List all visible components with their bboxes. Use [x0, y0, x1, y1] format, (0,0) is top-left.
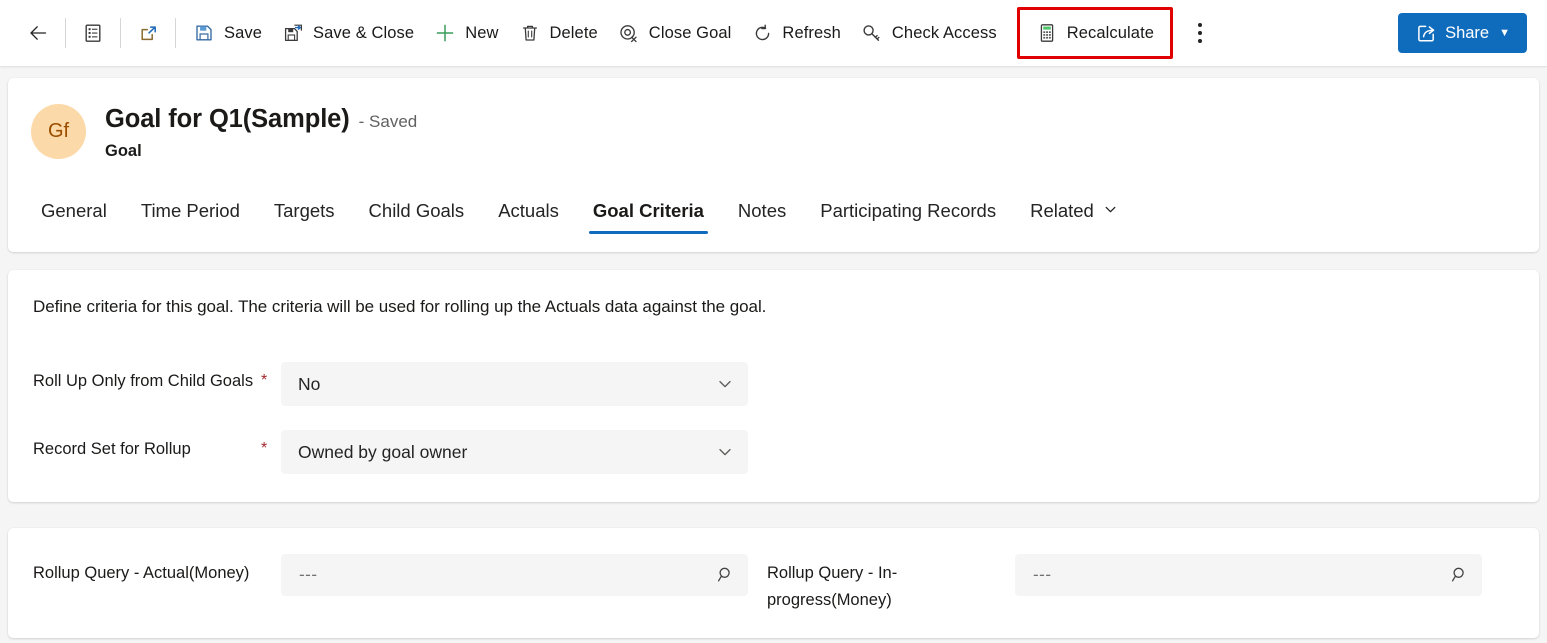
tab-label: Targets	[273, 200, 335, 221]
refresh-button[interactable]: Refresh	[741, 12, 850, 54]
recalculate-button[interactable]: Recalculate	[1020, 11, 1170, 55]
required-marker: *	[261, 440, 268, 457]
tab-label: Child Goals	[368, 200, 465, 221]
toolbar-separator	[175, 18, 176, 48]
calculator-icon	[1036, 22, 1058, 44]
entity-name: Goal	[105, 142, 142, 160]
tab-label: Goal Criteria	[592, 200, 704, 221]
field-label: Rollup Query - Actual(Money)	[33, 564, 250, 582]
record-titles: Goal for Q1(Sample) - Saved Goal	[105, 102, 417, 161]
criteria-description: Define criteria for this goal. The crite…	[33, 297, 767, 316]
trash-icon	[519, 22, 541, 44]
tab-actuals[interactable]: Actuals	[481, 186, 576, 236]
save-label: Save	[224, 23, 263, 42]
save-and-close-button[interactable]: Save & Close	[272, 12, 424, 54]
new-button[interactable]: New	[424, 12, 508, 54]
share-icon	[1415, 22, 1437, 44]
save-button[interactable]: Save	[183, 12, 272, 54]
goal-record-page: Save Save & Close New Delete Close Goal …	[0, 0, 1547, 643]
check-access-label: Check Access	[891, 23, 997, 42]
tab-notes[interactable]: Notes	[721, 186, 803, 236]
save-and-close-label: Save & Close	[313, 23, 415, 42]
field-record-set-for-rollup: Record Set for Rollup * Owned by goal ow…	[8, 430, 1539, 474]
dropdown-value: Owned by goal owner	[298, 441, 468, 462]
chevron-down-icon	[716, 443, 734, 461]
rollup-query-actual-lookup[interactable]: ---	[281, 554, 748, 596]
record-header-card: Gf Goal for Q1(Sample) - Saved Goal Gene…	[8, 78, 1539, 252]
roll-up-only-dropdown[interactable]: No	[281, 362, 748, 406]
rollup-query-in-progress-lookup[interactable]: ---	[1015, 554, 1482, 596]
tab-label: Notes	[737, 200, 787, 221]
open-in-new-window-icon	[137, 22, 159, 44]
record-header: Gf Goal for Q1(Sample) - Saved Goal	[8, 78, 1539, 161]
back-arrow-icon	[27, 22, 49, 44]
field-rollup-query-in-progress: Rollup Query - In-progress(Money) ---	[748, 554, 1482, 638]
close-goal-icon	[618, 22, 640, 44]
field-roll-up-only-from-child-goals: Roll Up Only from Child Goals * No	[8, 362, 1539, 406]
save-status: - Saved	[358, 112, 418, 131]
more-vertical-icon	[1198, 23, 1203, 27]
refresh-label: Refresh	[782, 23, 841, 42]
lookup-value: ---	[1033, 565, 1052, 584]
chevron-down-icon	[1103, 202, 1118, 220]
chevron-down-icon: ▼	[1499, 27, 1510, 39]
recalculate-highlight-box: Recalculate	[1016, 7, 1174, 59]
tab-general[interactable]: General	[31, 186, 124, 236]
tab-related[interactable]: Related	[1013, 186, 1135, 236]
tab-label: Related	[1030, 200, 1094, 221]
save-and-close-icon	[282, 22, 304, 44]
form-tabs: General Time Period Targets Child Goals …	[8, 181, 1539, 236]
toolbar-separator	[120, 18, 121, 48]
tab-participating-records[interactable]: Participating Records	[803, 186, 1013, 236]
tab-targets[interactable]: Targets	[257, 186, 352, 236]
rollup-query-section: Rollup Query - Actual(Money) --- Rollup …	[8, 528, 1539, 638]
open-in-new-window-button[interactable]	[128, 12, 168, 54]
new-label: New	[465, 23, 499, 42]
chevron-down-icon	[716, 375, 734, 393]
search-icon[interactable]	[716, 565, 736, 585]
share-label: Share	[1445, 23, 1490, 42]
lookup-value: ---	[299, 565, 318, 584]
search-icon[interactable]	[1450, 565, 1470, 585]
more-commands-button[interactable]	[1183, 13, 1217, 53]
record-title-line: Goal for Q1(Sample) - Saved	[105, 105, 417, 134]
more-vertical-icon	[1198, 39, 1203, 43]
record-set-for-rollup-dropdown[interactable]: Owned by goal owner	[281, 430, 748, 474]
save-icon	[193, 22, 215, 44]
tab-goal-criteria[interactable]: Goal Criteria	[576, 186, 721, 236]
required-marker: *	[261, 372, 268, 389]
page-title: Goal for Q1(Sample)	[105, 105, 350, 133]
tab-label: General	[41, 200, 107, 221]
form-selector-button[interactable]	[73, 12, 113, 54]
close-goal-button[interactable]: Close Goal	[608, 12, 742, 54]
tab-label: Time Period	[140, 200, 240, 221]
field-label: Rollup Query - In-progress(Money)	[767, 564, 898, 609]
goal-criteria-section: Define criteria for this goal. The crite…	[8, 270, 1539, 502]
tab-time-period[interactable]: Time Period	[124, 186, 257, 236]
toolbar-separator	[65, 18, 66, 48]
avatar: Gf	[31, 104, 86, 159]
check-access-button[interactable]: Check Access	[851, 12, 1007, 54]
delete-button[interactable]: Delete	[509, 12, 608, 54]
tab-child-goals[interactable]: Child Goals	[352, 186, 482, 236]
more-vertical-icon	[1198, 31, 1203, 35]
recalculate-label: Recalculate	[1066, 23, 1155, 42]
delete-label: Delete	[549, 23, 598, 42]
plus-icon	[434, 22, 456, 44]
close-goal-label: Close Goal	[648, 23, 732, 42]
tab-label: Actuals	[498, 200, 559, 221]
command-bar: Save Save & Close New Delete Close Goal …	[0, 0, 1547, 66]
field-label: Record Set for Rollup	[33, 440, 191, 458]
tab-label: Participating Records	[820, 200, 997, 221]
refresh-icon	[751, 22, 773, 44]
dropdown-value: No	[298, 373, 321, 394]
key-icon	[861, 22, 883, 44]
field-rollup-query-actual: Rollup Query - Actual(Money) ---	[8, 554, 748, 638]
form-list-icon	[82, 22, 104, 44]
avatar-initials: Gf	[47, 120, 70, 142]
back-button[interactable]	[18, 12, 58, 54]
share-button[interactable]: Share ▼	[1398, 13, 1527, 53]
field-label: Roll Up Only from Child Goals	[33, 372, 254, 390]
